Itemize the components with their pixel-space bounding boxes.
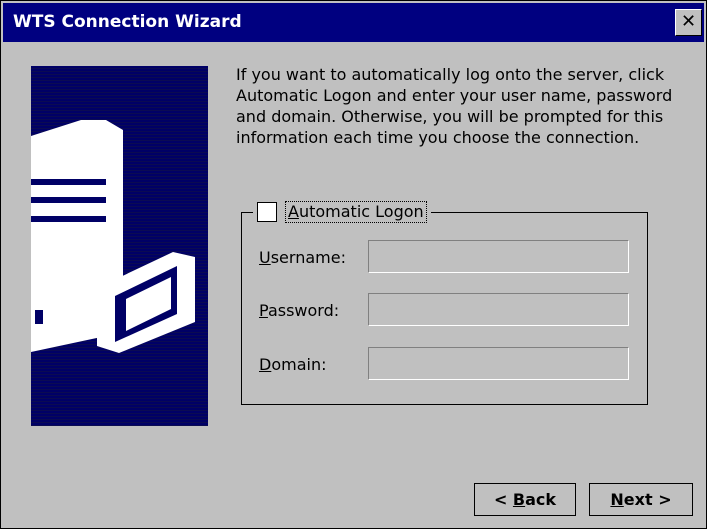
next-button[interactable]: Next >	[589, 483, 693, 516]
instructions-text: If you want to automatically log onto th…	[236, 65, 673, 147]
password-field[interactable]	[368, 293, 629, 326]
domain-label: Domain:	[259, 355, 327, 374]
server-illustration	[31, 66, 208, 426]
username-label: Username:	[259, 248, 346, 267]
server-illustration-icon	[31, 66, 208, 426]
automatic-logon-checkbox-row[interactable]: Automatic Logon	[253, 200, 431, 224]
automatic-logon-checkbox[interactable]	[257, 202, 277, 222]
close-button[interactable]: ✕	[675, 9, 702, 36]
window-title: WTS Connection Wizard	[13, 12, 242, 32]
username-field[interactable]	[368, 240, 629, 273]
title-bar: WTS Connection Wizard ✕	[3, 3, 704, 42]
automatic-logon-label[interactable]: Automatic Logon	[285, 201, 427, 223]
back-button[interactable]: < Back	[474, 483, 576, 516]
password-label: Password:	[259, 301, 340, 320]
domain-field[interactable]	[368, 347, 629, 380]
close-icon: ✕	[680, 11, 697, 32]
